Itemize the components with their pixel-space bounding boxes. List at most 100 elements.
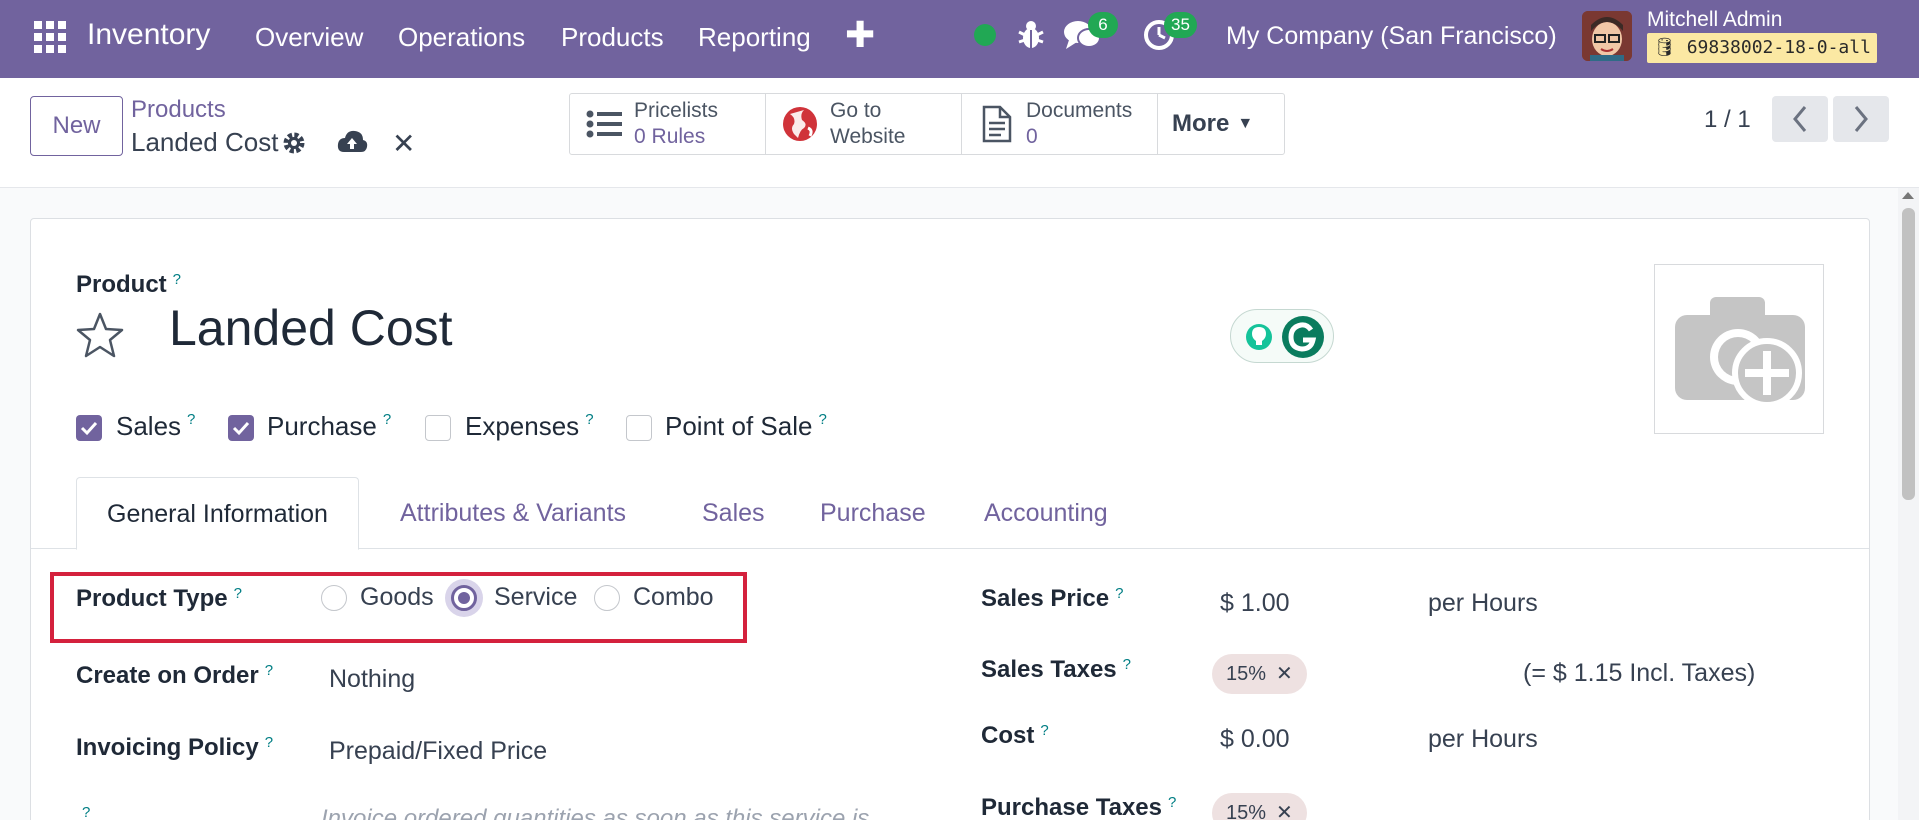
documents-button[interactable]: Documents 0 <box>962 94 1158 154</box>
online-status-icon[interactable] <box>974 24 996 46</box>
new-button[interactable]: New <box>30 96 123 156</box>
purchase-checkbox[interactable] <box>228 415 254 441</box>
company-switcher[interactable]: My Company (San Francisco) <box>1226 22 1557 51</box>
product-type-service-radio[interactable] <box>451 585 477 611</box>
pager-next-button[interactable] <box>1833 96 1889 142</box>
help-tooltip-icon[interactable]: ? <box>173 271 181 288</box>
sales-taxes-label: Sales Taxes? <box>981 656 1131 684</box>
notebook-tabs: General Information Attributes & Variant… <box>31 477 1869 550</box>
breadcrumb-record-name: Landed Cost <box>131 127 279 157</box>
sales-tax-tag[interactable]: 15% ✕ <box>1212 654 1307 694</box>
help-tooltip-icon[interactable]: ? <box>82 804 90 820</box>
checkmark-icon <box>232 421 250 436</box>
favorite-star-icon[interactable] <box>75 311 125 361</box>
product-image-upload[interactable] <box>1654 264 1824 434</box>
tab-purchase[interactable]: Purchase <box>820 477 926 549</box>
documents-count: 0 <box>1026 125 1038 148</box>
sales-price-label-text: Sales Price <box>981 585 1110 612</box>
help-tooltip-icon[interactable]: ? <box>265 734 273 751</box>
expenses-checkbox[interactable] <box>425 415 451 441</box>
user-avatar[interactable] <box>1582 11 1632 61</box>
purchase-tax-tag-label: 15% <box>1226 802 1267 820</box>
scrollbar-thumb[interactable] <box>1902 208 1915 500</box>
grammarly-icon <box>1246 316 1324 358</box>
purchase-label-text: Purchase <box>267 411 377 441</box>
purchase-tax-tag[interactable]: 15% ✕ <box>1212 793 1307 820</box>
control-panel: New Products Landed Cost ✕ Pricelists 0 … <box>0 78 1919 188</box>
menu-reporting[interactable]: Reporting <box>698 22 811 53</box>
invoicing-policy-select[interactable]: Prepaid/Fixed Price <box>329 737 547 766</box>
menu-products[interactable]: Products <box>561 22 664 53</box>
remove-tag-icon[interactable]: ✕ <box>1276 802 1293 820</box>
tab-accounting[interactable]: Accounting <box>984 477 1108 549</box>
point-of-sale-checkbox[interactable] <box>626 415 652 441</box>
pager-value[interactable]: 1 / 1 <box>1704 106 1751 134</box>
help-tooltip-icon[interactable]: ? <box>1115 585 1123 602</box>
list-icon <box>586 110 622 138</box>
breadcrumb-products[interactable]: Products <box>131 96 226 124</box>
sales-price-input[interactable]: $ 1.00 <box>1220 589 1290 618</box>
discard-close-icon[interactable]: ✕ <box>392 127 415 160</box>
invoicing-policy-label-text: Invoicing Policy <box>76 734 259 761</box>
tab-attributes-variants[interactable]: Attributes & Variants <box>400 477 626 549</box>
plus-icon[interactable]: ✚ <box>845 14 875 56</box>
purchase-taxes-label: Purchase Taxes? <box>981 794 1176 820</box>
caret-down-icon: ▼ <box>1237 115 1254 132</box>
help-tooltip-icon[interactable]: ? <box>585 411 593 428</box>
cloud-upload-icon[interactable] <box>336 128 368 156</box>
product-type-combo-label[interactable]: Combo <box>633 583 714 612</box>
documents-label: Documents <box>1026 99 1133 122</box>
cost-label: Cost? <box>981 722 1049 750</box>
gear-icon[interactable] <box>281 130 307 156</box>
invoicing-policy-label: Invoicing Policy? <box>76 734 273 762</box>
scroll-up-arrow-icon[interactable] <box>1902 192 1914 199</box>
help-tooltip-icon[interactable]: ? <box>1168 794 1176 811</box>
activities-count-badge: 35 <box>1164 12 1197 38</box>
help-tooltip-icon[interactable]: ? <box>265 662 273 679</box>
product-name-field[interactable]: Landed Cost <box>169 299 453 357</box>
chevron-left-icon <box>1793 106 1807 132</box>
product-type-goods-label[interactable]: Goods <box>360 583 434 612</box>
sales-price-label: Sales Price? <box>981 585 1123 613</box>
sales-checkbox-label: Sales? <box>116 411 195 442</box>
pager-previous-button[interactable] <box>1772 96 1828 142</box>
product-type-service-label[interactable]: Service <box>494 583 577 612</box>
cost-input[interactable]: $ 0.00 <box>1220 725 1290 754</box>
go-to-website-button[interactable]: Go to Website <box>766 94 962 154</box>
bug-icon[interactable] <box>1017 18 1045 52</box>
product-type-combo-radio[interactable] <box>594 585 620 611</box>
create-on-order-label-text: Create on Order <box>76 662 259 689</box>
product-type-goods-radio[interactable] <box>321 585 347 611</box>
more-dropdown-button[interactable]: More ▼ <box>1158 94 1284 154</box>
database-badge: 🛢 69838002-18-0-all <box>1647 33 1877 63</box>
app-name[interactable]: Inventory <box>87 18 210 52</box>
database-icon: 🛢 <box>1653 37 1687 58</box>
menu-overview[interactable]: Overview <box>255 22 363 53</box>
app-grid-icon[interactable] <box>31 18 66 53</box>
grammarly-widget[interactable] <box>1230 309 1334 363</box>
pricelists-button[interactable]: Pricelists 0 Rules <box>570 94 766 154</box>
help-tooltip-icon[interactable]: ? <box>234 585 242 602</box>
pricelists-count: 0 <box>634 125 646 148</box>
remove-tag-icon[interactable]: ✕ <box>1276 663 1293 685</box>
sales-label-text: Sales <box>116 411 182 441</box>
help-tooltip-icon[interactable]: ? <box>1040 722 1048 739</box>
tab-sales[interactable]: Sales <box>702 477 765 549</box>
purchase-checkbox-label: Purchase? <box>267 411 391 442</box>
more-label: More <box>1172 110 1230 137</box>
help-tooltip-icon[interactable]: ? <box>818 411 826 428</box>
help-tooltip-icon[interactable]: ? <box>383 411 391 428</box>
user-name[interactable]: Mitchell Admin <box>1647 8 1782 32</box>
help-tooltip-icon[interactable]: ? <box>1123 656 1131 673</box>
globe-icon <box>783 107 817 141</box>
product-label: Product? <box>76 271 181 299</box>
help-tooltip-icon[interactable]: ? <box>187 411 195 428</box>
sales-checkbox[interactable] <box>76 415 102 441</box>
pricelists-rules-label: Rules <box>651 125 706 148</box>
sales-price-unit: per Hours <box>1428 589 1538 617</box>
expenses-checkbox-label: Expenses? <box>465 411 594 442</box>
create-on-order-select[interactable]: Nothing <box>329 665 415 694</box>
tab-general-information[interactable]: General Information <box>76 477 359 550</box>
menu-operations[interactable]: Operations <box>398 22 525 53</box>
sales-tax-tag-label: 15% <box>1226 663 1267 685</box>
